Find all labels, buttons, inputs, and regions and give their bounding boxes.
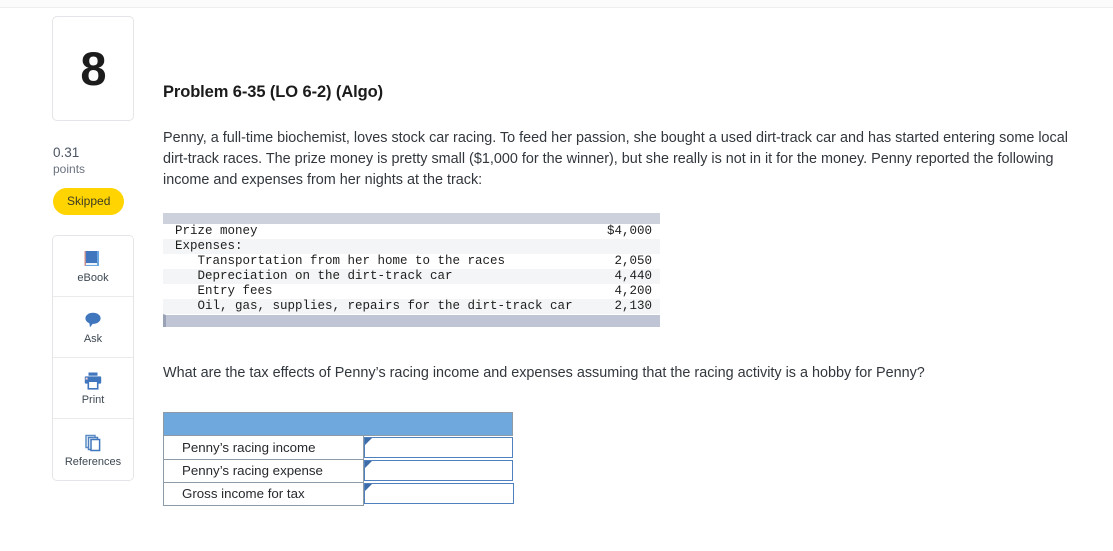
question-body: Penny, a full-time biochemist, loves sto… [163,130,1068,188]
tool-print[interactable]: Print [53,358,133,420]
answer-row: Gross income for tax [163,482,514,506]
printer-icon [82,370,104,392]
income-expense-table: Prize money $4,000 Expenses: Transportatio… [163,224,660,314]
row-label: Transportation from her home to the race… [163,254,573,269]
dropdown-corner-marker-icon [365,438,372,445]
answer-row-label: Penny’s racing income [163,436,364,460]
answer-input-cell[interactable] [363,482,514,505]
tool-references[interactable]: References [53,419,133,481]
status-badge: Skipped [53,188,125,216]
table-row: Depreciation on the dirt-track car 4,440 [163,269,660,284]
tool-label: Print [81,394,105,407]
question-number: 8 [80,42,106,95]
ebook-icon [82,248,104,270]
tool-label: eBook [77,272,109,285]
answer-input[interactable] [364,483,514,504]
row-value [572,239,660,254]
question-page: 8 0.31 points Skipped eBook Ask Print Re… [0,9,1113,551]
answer-table-wrap: Penny’s racing income Penny’s racing expe… [163,412,514,506]
page-title: Problem 6-35 (LO 6-2) (Algo) [163,83,383,101]
row-value: 2,050 [572,254,660,269]
answer-row-label: Penny’s racing expense [163,459,364,483]
row-label: Expenses: [163,239,573,254]
financial-data-table: Prize money $4,000 Expenses: Transportatio… [163,213,660,327]
tool-label: References [64,455,122,468]
table-row: Oil, gas, supplies, repairs for the dirt… [163,299,660,314]
dropdown-corner-marker-icon [365,461,372,468]
answer-row: Penny’s racing income [163,436,514,460]
answer-row-label: Gross income for tax [163,482,364,506]
table-row: Transportation from her home to the race… [163,254,660,269]
row-value: $4,000 [572,224,660,239]
row-label: Depreciation on the dirt-track car [163,269,573,284]
table-row: Expenses: [163,239,660,254]
points-value: 0.31 [53,145,80,160]
row-value: 4,200 [572,284,660,299]
answer-table-body: Penny’s racing income Penny’s racing expe… [163,436,514,506]
table-row: Prize money $4,000 [163,224,660,239]
tool-panel: eBook Ask Print References [52,235,134,482]
tool-ebook[interactable]: eBook [53,236,133,298]
tool-label: Ask [83,333,103,346]
question-prompt: What are the tax effects of Penny’s raci… [163,365,925,381]
answer-row: Penny’s racing expense [163,459,514,483]
dropdown-corner-marker-icon [365,484,372,491]
points-block: 0.31 points Skipped [52,145,134,216]
answer-input[interactable] [364,460,513,481]
answer-table: Penny’s racing income Penny’s racing expe… [163,436,514,506]
table-row: Entry fees 4,200 [163,284,660,299]
row-label: Oil, gas, supplies, repairs for the dirt… [163,299,573,314]
row-label: Prize money [163,224,573,239]
answer-input[interactable] [364,437,513,458]
row-value: 2,130 [572,299,660,314]
tool-ask[interactable]: Ask [53,297,133,359]
copy-pages-icon [82,432,104,454]
answer-input-cell[interactable] [363,459,514,482]
question-rail: 8 0.31 points Skipped eBook Ask Print Re… [52,16,134,482]
financial-table-body: Prize money $4,000 Expenses: Transportatio… [163,224,660,314]
row-value: 4,440 [572,269,660,284]
table-top-bar [163,213,660,224]
top-divider [0,0,1113,8]
chat-bubble-icon [82,309,104,331]
row-label: Entry fees [163,284,573,299]
question-number-box: 8 [52,16,134,121]
answer-input-cell[interactable] [363,436,514,459]
points-label: points [53,161,86,176]
table-horizontal-scrollbar[interactable] [163,314,660,327]
question-content: Problem 6-35 (LO 6-2) (Algo) Penny, a fu… [163,9,1103,506]
answer-table-header [163,412,513,436]
